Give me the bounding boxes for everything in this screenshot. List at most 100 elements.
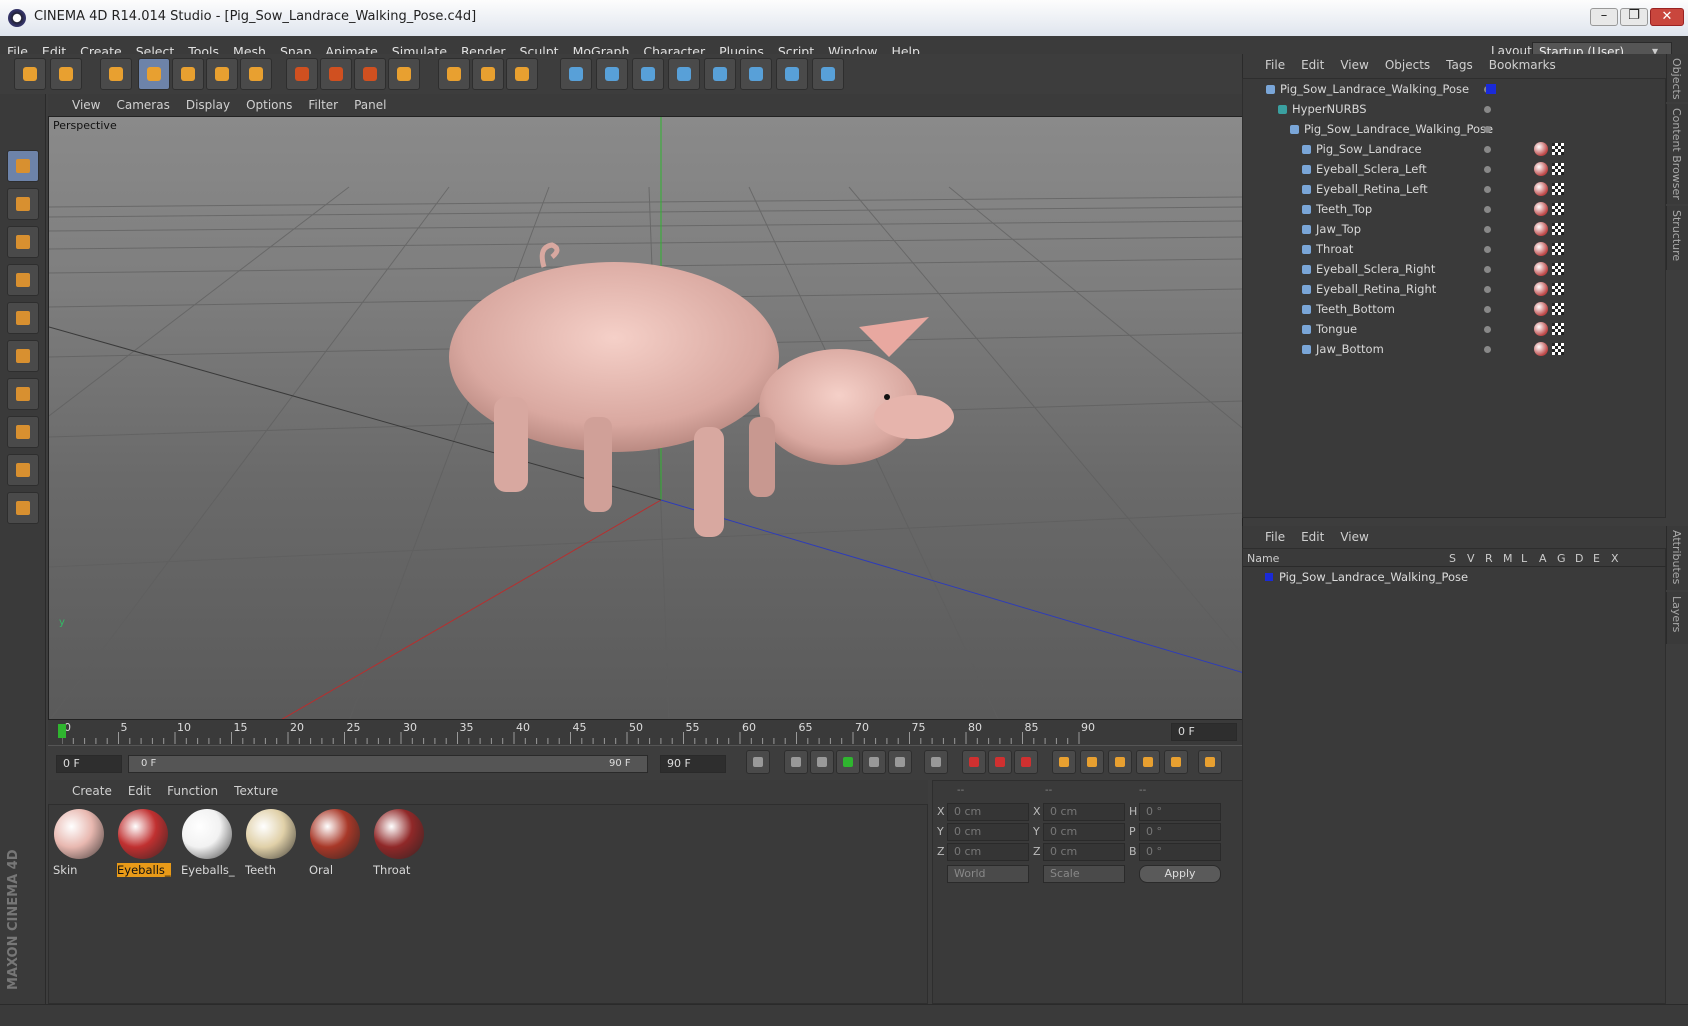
visibility-dot[interactable] <box>1484 286 1491 293</box>
material-eyeballs_sc[interactable]: Eyeballs_Sc <box>114 805 172 879</box>
x-axis-button[interactable] <box>286 58 318 90</box>
axis-mode-button[interactable] <box>7 378 39 410</box>
model-mode-button[interactable] <box>7 150 39 182</box>
material-teeth[interactable]: Teeth <box>242 805 300 879</box>
texture-tag-icon[interactable] <box>1534 222 1548 236</box>
render-view-button[interactable] <box>438 58 470 90</box>
objects-menu-view[interactable]: View <box>1340 54 1368 76</box>
texture-tag-icon[interactable] <box>1534 342 1548 356</box>
visibility-dot[interactable] <box>1484 166 1491 173</box>
playhead[interactable] <box>58 724 66 738</box>
nurbs-button[interactable] <box>632 58 664 90</box>
visibility-dot[interactable] <box>1484 206 1491 213</box>
polygons-mode-button[interactable] <box>7 340 39 372</box>
timeline-ruler[interactable]: 0 5 10 15 20 25 30 35 40 45 50 55 60 65 70 75 80 85 90 0 F <box>48 720 1243 746</box>
deformer-button[interactable] <box>704 58 736 90</box>
visibility-dot[interactable] <box>1484 266 1491 273</box>
object-row[interactable]: HyperNURBS <box>1252 100 1666 120</box>
viewport[interactable]: Perspective y <box>48 116 1243 720</box>
coord-rot-b-field[interactable]: 0 ° <box>1139 843 1221 861</box>
edges-mode-button[interactable] <box>7 302 39 334</box>
next-key-button[interactable] <box>888 750 912 774</box>
points-mode-button[interactable] <box>7 264 39 296</box>
viewport-menu-panel[interactable]: Panel <box>354 94 386 116</box>
material-menu-edit[interactable]: Edit <box>128 780 151 802</box>
z-axis-button[interactable] <box>354 58 386 90</box>
coord-type-select[interactable]: Scale <box>1043 865 1125 883</box>
coord-size-z-field[interactable]: 0 cm <box>1043 843 1125 861</box>
rotate-key-button[interactable] <box>1108 750 1132 774</box>
light-button[interactable] <box>812 58 844 90</box>
layers-menu-file[interactable]: File <box>1265 526 1285 548</box>
move-button[interactable] <box>138 58 170 90</box>
apply-button[interactable]: Apply <box>1139 865 1221 883</box>
object-row[interactable]: Jaw_Bottom <box>1252 340 1666 360</box>
objects-menu-file[interactable]: File <box>1265 54 1285 76</box>
end-frame-field[interactable]: 90 F <box>660 755 726 773</box>
visibility-dot[interactable] <box>1484 326 1491 333</box>
texture-tag-icon[interactable] <box>1534 202 1548 216</box>
prev-key-button[interactable] <box>784 750 808 774</box>
lock-workplane-button[interactable] <box>7 492 39 524</box>
side-tab-content-browser[interactable]: Content Browser <box>1666 104 1688 204</box>
object-row[interactable]: Eyeball_Sclera_Left <box>1252 160 1666 180</box>
coord-rot-p-field[interactable]: 0 ° <box>1139 823 1221 841</box>
select-button[interactable] <box>100 58 132 90</box>
texture-mode-button[interactable] <box>7 188 39 220</box>
render-picture-queue-button[interactable] <box>472 58 504 90</box>
scale-key-button[interactable] <box>1080 750 1104 774</box>
floor-button[interactable] <box>740 58 772 90</box>
coord-size-x-field[interactable]: 0 cm <box>1043 803 1125 821</box>
texture-tag-icon[interactable] <box>1534 302 1548 316</box>
object-row[interactable]: Tongue <box>1252 320 1666 340</box>
object-row[interactable]: Pig_Sow_Landrace <box>1252 140 1666 160</box>
object-row[interactable]: Jaw_Top <box>1252 220 1666 240</box>
phong-tag-icon[interactable] <box>1552 283 1564 295</box>
side-tab-attributes[interactable]: Attributes <box>1666 526 1688 590</box>
coord-pos-z-field[interactable]: 0 cm <box>947 843 1029 861</box>
magnet-button[interactable] <box>7 416 39 448</box>
coord-rot-h-field[interactable]: 0 ° <box>1139 803 1221 821</box>
timeline-button[interactable] <box>1198 750 1222 774</box>
visibility-dot[interactable] <box>1484 246 1491 253</box>
record-button[interactable] <box>962 750 986 774</box>
first-frame-button[interactable] <box>746 750 770 774</box>
phong-tag-icon[interactable] <box>1552 183 1564 195</box>
minimize-button[interactable]: – <box>1590 8 1618 26</box>
object-row[interactable]: Eyeball_Retina_Right <box>1252 280 1666 300</box>
play-button[interactable] <box>836 750 860 774</box>
pig-model[interactable] <box>49 117 1243 720</box>
material-throat[interactable]: Throat <box>370 805 428 879</box>
viewport-menu-view[interactable]: View <box>72 94 100 116</box>
material-menu-texture[interactable]: Texture <box>234 780 278 802</box>
texture-tag-icon[interactable] <box>1534 242 1548 256</box>
layers-menu-view[interactable]: View <box>1340 526 1368 548</box>
phong-tag-icon[interactable] <box>1552 163 1564 175</box>
last-frame-button[interactable] <box>924 750 948 774</box>
current-frame-field[interactable]: 0 F <box>1171 723 1237 741</box>
material-skin[interactable]: Skin <box>50 805 108 879</box>
move-key-button[interactable] <box>1052 750 1076 774</box>
visibility-dot[interactable] <box>1484 146 1491 153</box>
range-slider[interactable]: 0 F 90 F <box>128 755 648 773</box>
cube-button[interactable] <box>560 58 592 90</box>
objects-menu-bookmarks[interactable]: Bookmarks <box>1489 54 1556 76</box>
coord-size-y-field[interactable]: 0 cm <box>1043 823 1125 841</box>
texture-tag-icon[interactable] <box>1534 162 1548 176</box>
object-row[interactable]: Throat <box>1252 240 1666 260</box>
autokey-button[interactable] <box>988 750 1012 774</box>
coord-mode-select[interactable]: World <box>947 865 1029 883</box>
texture-tag-icon[interactable] <box>1534 262 1548 276</box>
material-menu-function[interactable]: Function <box>167 780 218 802</box>
scale-button[interactable] <box>172 58 204 90</box>
undo-button[interactable] <box>14 58 46 90</box>
pla-key-button[interactable] <box>1164 750 1188 774</box>
visibility-dot[interactable] <box>1484 126 1491 133</box>
coord-pos-x-field[interactable]: 0 cm <box>947 803 1029 821</box>
side-tab-layers[interactable]: Layers <box>1666 592 1688 644</box>
material-menu-create[interactable]: Create <box>72 780 112 802</box>
next-frame-button[interactable] <box>862 750 886 774</box>
render-settings-button[interactable] <box>506 58 538 90</box>
texture-tag-icon[interactable] <box>1534 282 1548 296</box>
phong-tag-icon[interactable] <box>1552 303 1564 315</box>
